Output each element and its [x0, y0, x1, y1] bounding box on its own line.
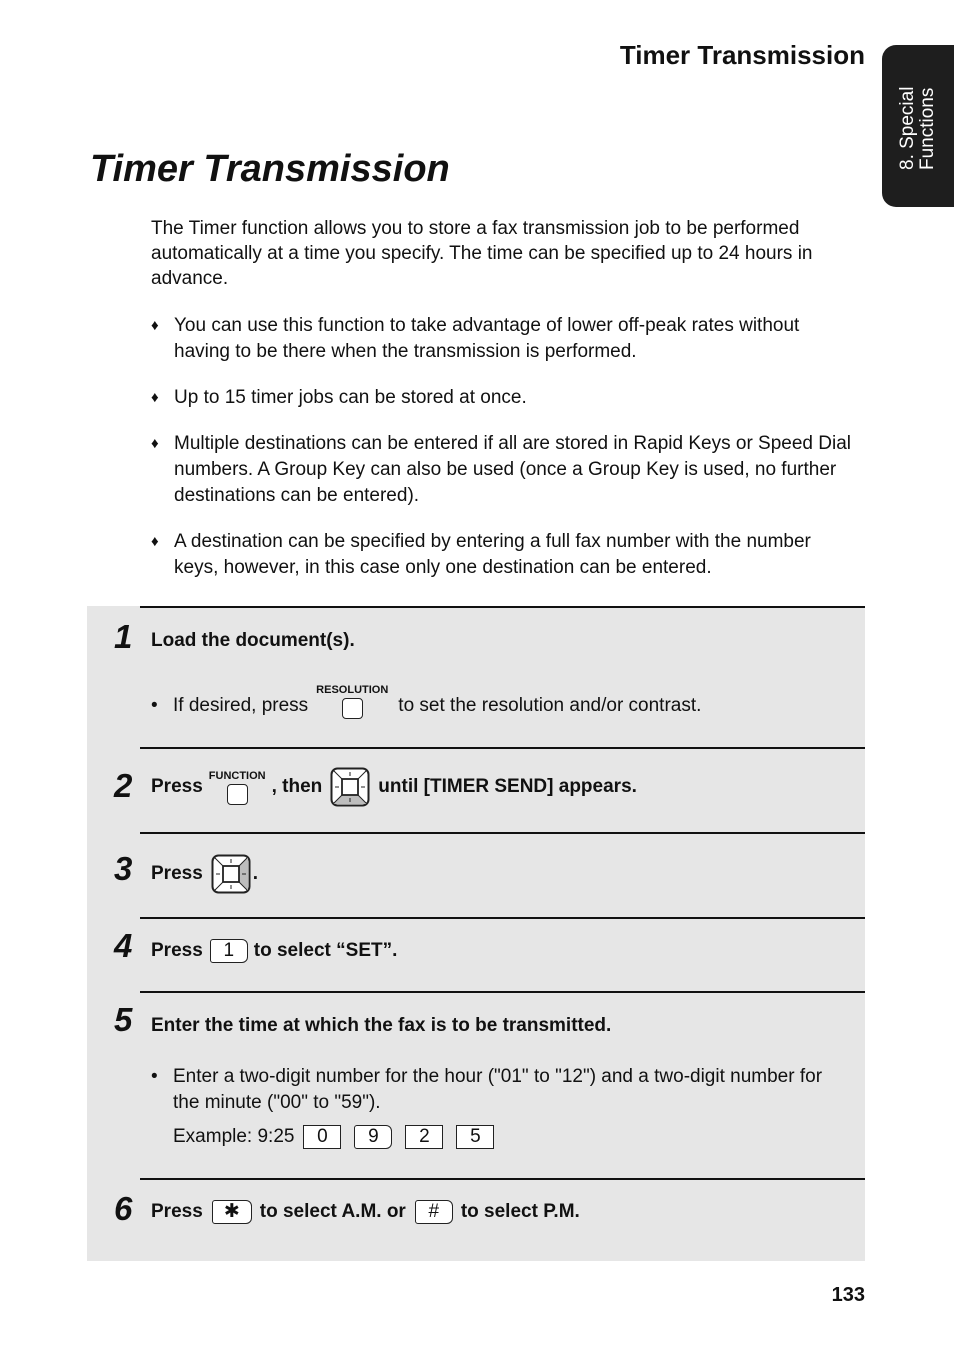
- step-number: 3: [114, 850, 133, 887]
- function-key-icon: [226, 783, 248, 805]
- step-divider: [140, 606, 865, 608]
- navigation-key-down-icon[interactable]: [330, 767, 370, 807]
- step-instruction: Enter the time at which the fax is to be…: [151, 1015, 612, 1036]
- step-divider: [140, 747, 865, 749]
- page-number: 133: [831, 1284, 865, 1306]
- key-label: FUNCTION: [208, 769, 266, 782]
- step-4: 4 Press 1 to select “SET”.: [87, 917, 865, 991]
- star-key[interactable]: ✱: [211, 1200, 252, 1224]
- step-number: 1: [114, 618, 133, 655]
- number-key-9[interactable]: 9: [354, 1125, 393, 1149]
- step-number: 4: [114, 927, 133, 964]
- chapter-tab: 8. Special Functions: [882, 45, 954, 207]
- diamond-bullet-icon: ♦: [151, 435, 159, 452]
- step-instruction: Load the document(s).: [151, 630, 355, 651]
- bullet-dot: •: [151, 1066, 158, 1087]
- bullet-list: ♦ You can use this function to take advan…: [151, 313, 856, 601]
- example-label: Example: 9:25: [173, 1126, 295, 1147]
- step-instruction: Press ✱ to select A.M. or # to select P.…: [151, 1200, 580, 1224]
- step-number: 2: [114, 767, 133, 804]
- page-title: Timer Transmission: [90, 148, 450, 190]
- step-number: 6: [114, 1190, 133, 1227]
- step-2: 2 Press FUNCTION , then until [TIMER SEN…: [87, 747, 865, 832]
- step-5: 5 Enter the time at which the fax is to …: [87, 991, 865, 1179]
- step-instruction: Press .: [151, 854, 258, 894]
- step-note: • Enter a two-digit number for the hour …: [151, 1066, 823, 1113]
- step-divider: [140, 991, 865, 993]
- diamond-bullet-icon: ♦: [151, 533, 159, 550]
- step-divider: [140, 832, 865, 834]
- step-divider: [140, 917, 865, 919]
- number-key-5[interactable]: 5: [456, 1125, 495, 1149]
- step-instruction: Press FUNCTION , then until [TIMER SEND]…: [151, 767, 637, 807]
- diamond-bullet-icon: ♦: [151, 317, 159, 334]
- number-key-1[interactable]: 1: [209, 939, 248, 963]
- hash-key[interactable]: #: [414, 1200, 453, 1224]
- step-divider: [140, 1178, 865, 1180]
- bullet-dot: •: [151, 695, 158, 716]
- diamond-bullet-icon: ♦: [151, 389, 159, 406]
- example-row: Example: 9:25 0 9 2 5: [173, 1124, 495, 1150]
- step-6: 6 Press ✱ to select A.M. or # to select …: [87, 1178, 865, 1261]
- step-3: 3 Press .: [87, 832, 865, 917]
- running-header: Timer Transmission: [619, 40, 865, 70]
- navigation-key-right-icon[interactable]: [211, 854, 251, 894]
- list-item: ♦ Multiple destinations can be entered if…: [151, 433, 851, 506]
- step-number: 5: [114, 1001, 133, 1038]
- function-key[interactable]: FUNCTION: [209, 770, 266, 805]
- steps-panel: 1 Load the document(s). • If desired, pr…: [87, 606, 865, 1261]
- step-note: • If desired, press RESOLUTION to set th…: [151, 684, 701, 719]
- key-label: RESOLUTION: [316, 684, 389, 696]
- number-key-2[interactable]: 2: [405, 1125, 444, 1149]
- number-key-0[interactable]: 0: [303, 1125, 342, 1149]
- intro-paragraph: The Timer function allows you to store a…: [151, 218, 813, 289]
- chapter-tab-label: 8. Special Functions: [897, 86, 938, 170]
- resolution-key-icon: [341, 698, 363, 719]
- list-item: ♦ A destination can be specified by enter…: [151, 531, 811, 578]
- step-1: 1 Load the document(s). • If desired, pr…: [87, 606, 865, 748]
- list-item: ♦ You can use this function to take advan…: [151, 315, 800, 362]
- list-item: ♦ Up to 15 timer jobs can be stored at on…: [151, 385, 856, 411]
- step-instruction: Press 1 to select “SET”.: [151, 939, 398, 963]
- resolution-key[interactable]: RESOLUTION: [316, 684, 388, 719]
